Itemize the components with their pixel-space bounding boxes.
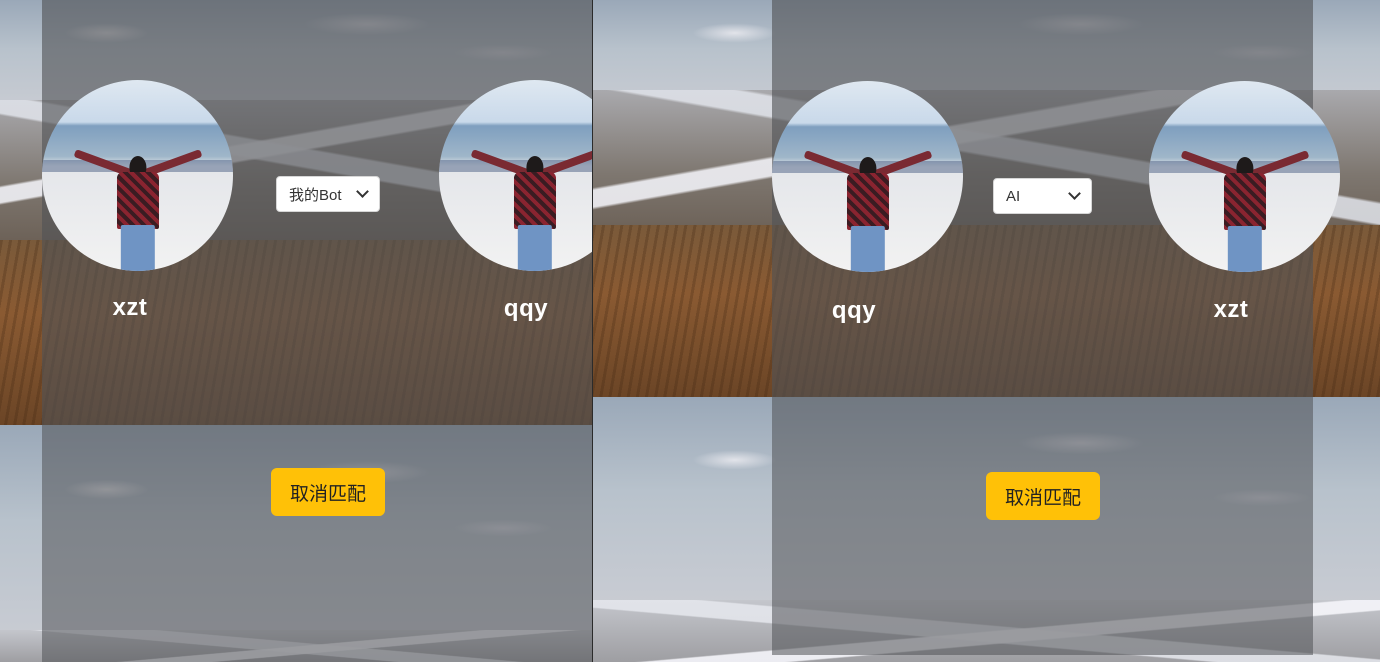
chevron-down-icon — [1068, 187, 1081, 200]
left-window: xzt 我的Bot qqy 取消匹配 — [0, 0, 592, 662]
bot-select-dropdown[interactable]: 我的Bot — [276, 176, 380, 212]
player-two-name: qqy — [503, 295, 549, 322]
mode-select-dropdown[interactable]: AI — [993, 178, 1092, 214]
match-panel-lower — [772, 397, 1313, 655]
player-two-avatar — [1149, 81, 1340, 272]
chevron-down-icon — [356, 185, 369, 198]
match-panel-lower — [42, 425, 592, 662]
player-one-name: qqy — [831, 297, 877, 324]
cancel-match-button[interactable]: 取消匹配 — [271, 468, 385, 516]
mode-select-value: AI — [1006, 187, 1021, 205]
player-one-avatar — [772, 81, 963, 272]
player-one-name: xzt — [112, 294, 148, 321]
player-two-name: xzt — [1213, 296, 1249, 323]
bot-select-value: 我的Bot — [289, 186, 342, 204]
cancel-match-button[interactable]: 取消匹配 — [986, 472, 1100, 520]
right-window: qqy AI xzt 取消匹配 — [593, 0, 1380, 662]
player-one-avatar — [42, 80, 233, 271]
